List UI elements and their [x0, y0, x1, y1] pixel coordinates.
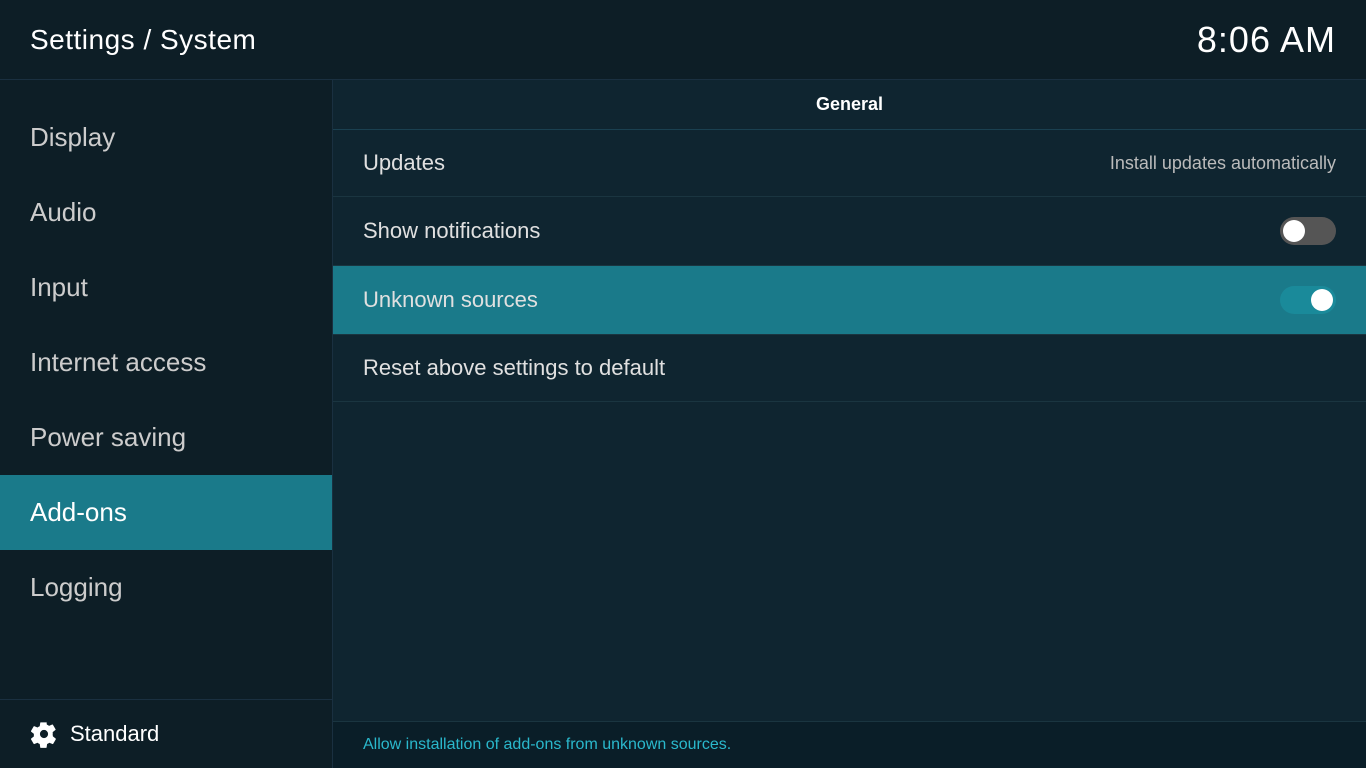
- settings-list: Updates Install updates automatically Show…: [333, 130, 1366, 721]
- sidebar-item-label-logging: Logging: [30, 572, 123, 603]
- toggle-knob-show-notifications: [1283, 220, 1305, 242]
- page-title: Settings / System: [30, 24, 256, 56]
- sidebar-item-label-display: Display: [30, 122, 115, 153]
- sidebar-item-label-power-saving: Power saving: [30, 422, 186, 453]
- setting-label-show-notifications: Show notifications: [363, 218, 540, 244]
- main-area: Display Audio Input Internet access Power sa…: [0, 80, 1366, 768]
- sidebar-item-label-audio: Audio: [30, 197, 97, 228]
- sidebar-item-label-internet-access: Internet access: [30, 347, 206, 378]
- sidebar-footer[interactable]: Standard: [0, 699, 332, 768]
- sidebar-item-input[interactable]: Input: [0, 250, 332, 325]
- description-text: Allow installation of add-ons from unkno…: [363, 736, 731, 753]
- sidebar-item-display[interactable]: Display: [0, 100, 332, 175]
- section-title: General: [333, 80, 1366, 130]
- sidebar-item-logging[interactable]: Logging: [0, 550, 332, 625]
- sidebar-item-label-input: Input: [30, 272, 88, 303]
- setting-label-reset-settings: Reset above settings to default: [363, 355, 665, 381]
- sidebar-item-label-add-ons: Add-ons: [30, 497, 127, 528]
- setting-value-updates: Install updates automatically: [1110, 153, 1336, 174]
- setting-label-updates: Updates: [363, 150, 445, 176]
- header: Settings / System 8:06 AM: [0, 0, 1366, 80]
- setting-label-unknown-sources: Unknown sources: [363, 287, 538, 313]
- description-bar: Allow installation of add-ons from unkno…: [333, 721, 1366, 768]
- clock: 8:06 AM: [1197, 19, 1336, 61]
- setting-row-reset-settings[interactable]: Reset above settings to default: [333, 335, 1366, 402]
- gear-icon: [30, 720, 58, 748]
- sidebar-item-audio[interactable]: Audio: [0, 175, 332, 250]
- toggle-show-notifications[interactable]: [1280, 217, 1336, 245]
- setting-row-unknown-sources[interactable]: Unknown sources: [333, 266, 1366, 335]
- sidebar-nav: Display Audio Input Internet access Power sa…: [0, 80, 332, 699]
- setting-row-updates[interactable]: Updates Install updates automatically: [333, 130, 1366, 197]
- sidebar-item-add-ons[interactable]: Add-ons: [0, 475, 332, 550]
- sidebar-item-power-saving[interactable]: Power saving: [0, 400, 332, 475]
- toggle-unknown-sources[interactable]: [1280, 286, 1336, 314]
- toggle-knob-unknown-sources: [1311, 289, 1333, 311]
- sidebar-item-internet-access[interactable]: Internet access: [0, 325, 332, 400]
- settings-level-label: Standard: [70, 721, 159, 747]
- content-panel: General Updates Install updates automatic…: [333, 80, 1366, 768]
- setting-row-show-notifications[interactable]: Show notifications: [333, 197, 1366, 266]
- sidebar: Display Audio Input Internet access Power sa…: [0, 80, 333, 768]
